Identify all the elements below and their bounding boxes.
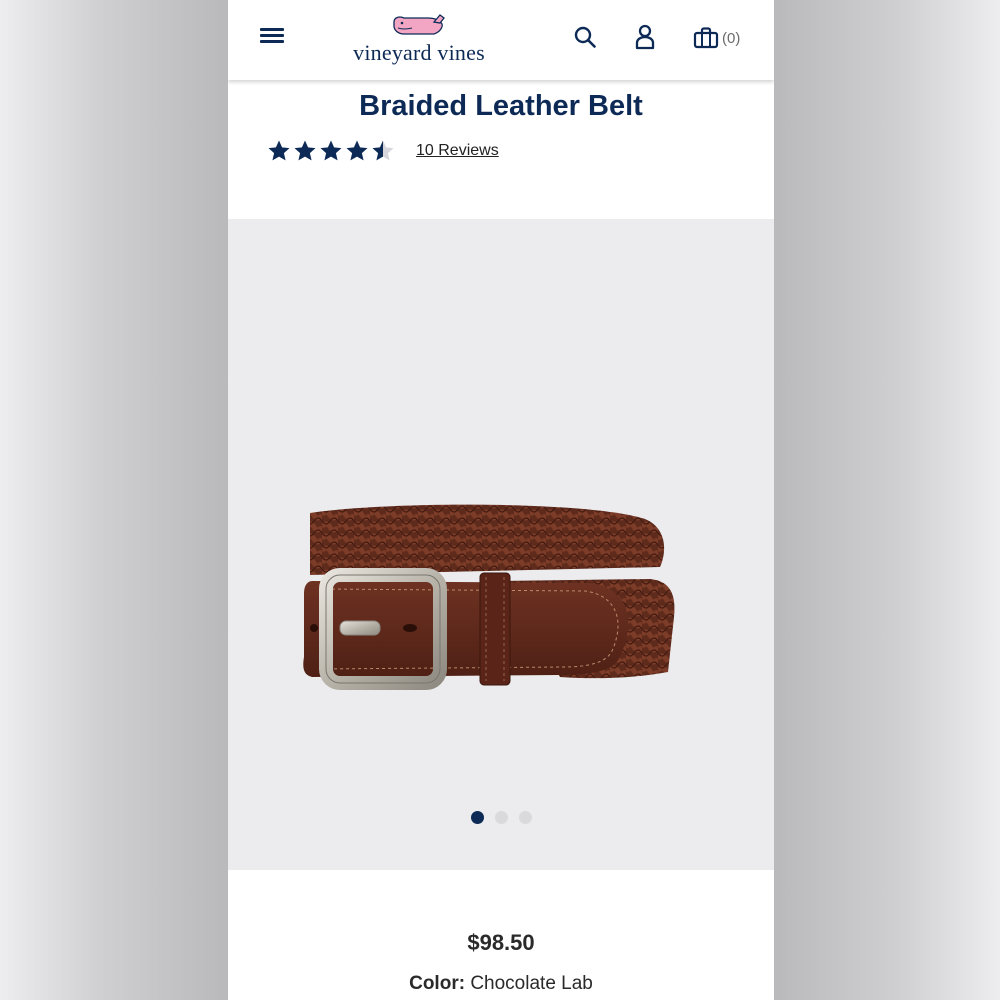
background-right [772, 0, 1000, 1000]
search-icon[interactable] [574, 26, 596, 48]
reviews-link[interactable]: 10 Reviews [416, 142, 499, 160]
star-full-icon [268, 140, 290, 161]
brand-wordmark: vineyard vines [353, 40, 485, 65]
star-full-icon [320, 140, 342, 161]
product-price: $98.50 [467, 930, 535, 955]
shopping-bag-icon [693, 27, 719, 49]
menu-icon[interactable] [260, 28, 284, 44]
carousel-dot-1[interactable] [470, 811, 484, 824]
site-header: vineyard vines (0) [228, 0, 774, 80]
product-rating: 10 Reviews [266, 138, 499, 164]
carousel-dot-3[interactable] [518, 811, 532, 824]
belt-product-image [303, 504, 675, 690]
carousel-dot-2[interactable] [494, 811, 508, 824]
account-icon[interactable] [634, 24, 656, 50]
star-full-icon [346, 140, 368, 161]
carousel-pagination [228, 811, 774, 824]
brand-logo[interactable]: vineyard vines [336, 14, 502, 68]
product-page: vineyard vines (0) Braided Leather Belt [228, 0, 774, 1000]
color-label: Color: [409, 973, 466, 994]
color-value: Chocolate Lab [470, 973, 593, 994]
cart-count: (0) [722, 29, 741, 47]
product-image-carousel[interactable] [228, 219, 774, 870]
color-selection: Color: Chocolate Lab [228, 973, 774, 995]
product-title: Braided Leather Belt [359, 90, 643, 122]
star-full-icon [294, 140, 316, 161]
cart-button[interactable]: (0) [693, 25, 740, 51]
background-left [0, 0, 228, 1000]
star-rating[interactable] [266, 139, 396, 163]
star-half-icon [372, 140, 394, 161]
whale-logo-icon [393, 14, 445, 35]
